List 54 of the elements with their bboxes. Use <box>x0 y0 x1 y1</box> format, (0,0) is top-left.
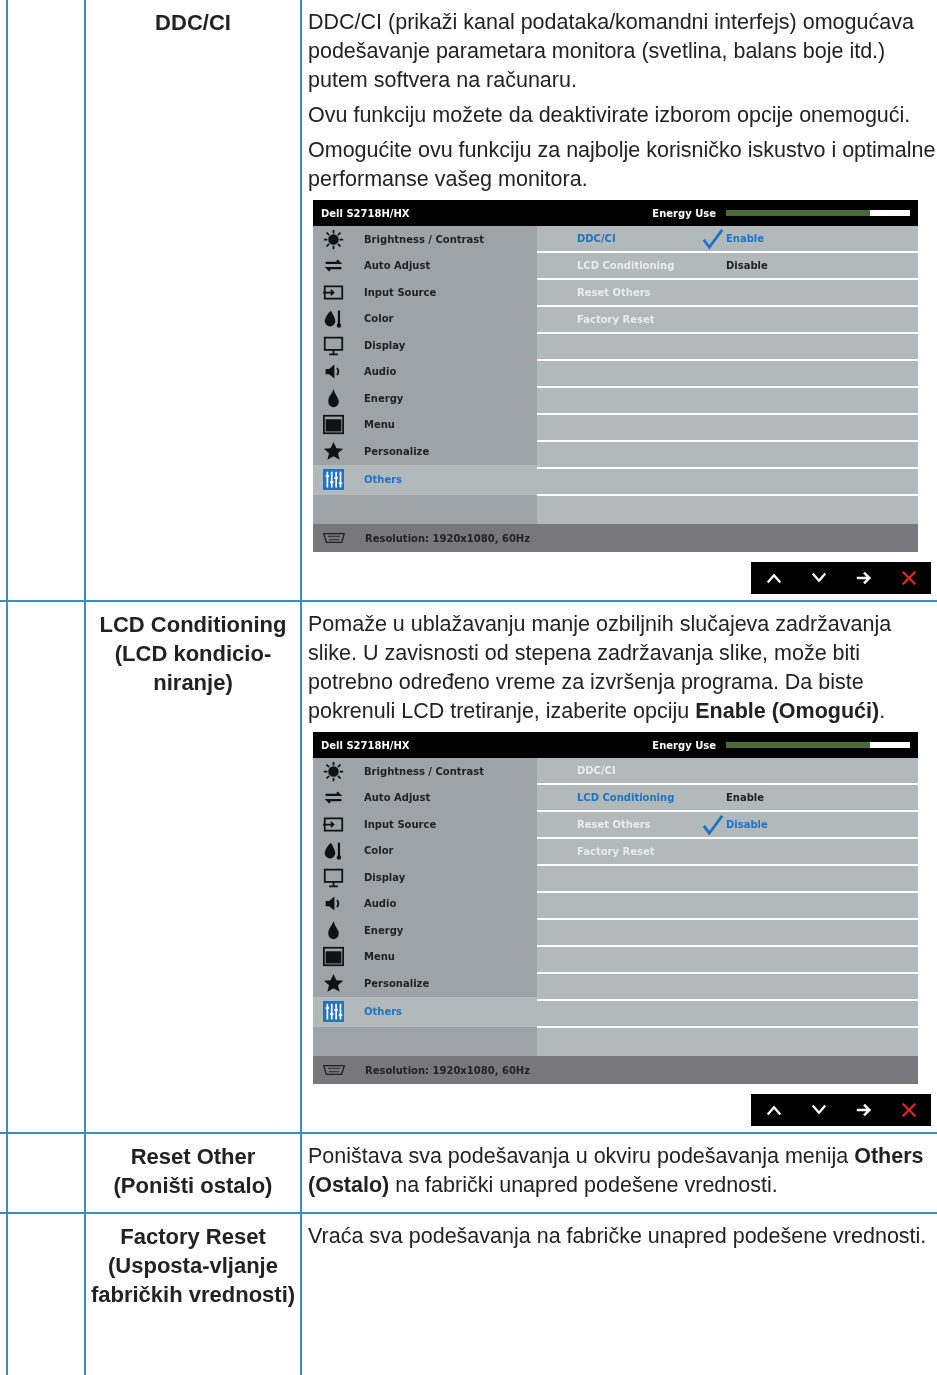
energy-use-label: Energy Use <box>652 207 716 219</box>
window-icon <box>323 946 344 968</box>
osd-menu-item[interactable]: Audio <box>313 358 537 385</box>
description-paragraph: Ovu funkciju možete da deaktivirate izborom opcije onemogući. <box>308 102 912 129</box>
osd-menu-item[interactable]: Color <box>313 837 537 864</box>
brightness-icon <box>323 760 344 782</box>
sliders-icon <box>323 469 344 490</box>
osd-menu-item[interactable]: Personalize <box>313 970 537 997</box>
resolution-text: Resolution: 1920x1080, 60Hz <box>365 532 531 544</box>
osd-menu-item[interactable]: Brightness / Contrast <box>313 758 537 785</box>
star-icon <box>323 440 344 462</box>
osd-menu-item[interactable]: Color <box>313 305 537 332</box>
row-heading: LCD Conditioning (LCD kondicio-niranje) <box>98 611 288 697</box>
energy-use-label: Energy Use <box>652 739 716 751</box>
close-icon[interactable] <box>899 1101 918 1119</box>
brightness-icon <box>323 228 344 250</box>
description-paragraph: Poništava sva podešavanja u okviru podešavanja menija Others (Ostalo) na fabrički unapred podešene vrednosti. <box>308 1143 925 1199</box>
osd-menu-item[interactable]: Input Source <box>313 811 537 838</box>
close-icon[interactable] <box>899 569 918 587</box>
connector-icon <box>321 532 347 544</box>
right-arrow-icon[interactable] <box>854 1101 873 1119</box>
monitor-model-label: Dell S2718H/HX <box>321 739 411 751</box>
monitor-icon <box>323 334 344 356</box>
osd-menu-item[interactable]: Menu <box>313 411 537 438</box>
monitor-icon <box>323 866 344 888</box>
osd-menu-item[interactable]: Brightness / Contrast <box>313 226 537 253</box>
osd-menu-item[interactable]: Energy <box>313 917 537 944</box>
color-icon <box>323 840 344 862</box>
osd-menu-item[interactable]: Input Source <box>313 279 537 306</box>
description-paragraph: Omogućite ovu funkciju za najbolje korisničko iskustvo i optimalne performanse vašeg monitora. <box>308 137 937 193</box>
window-icon <box>323 414 344 436</box>
description-paragraph: Vraća sva podešavanja na fabričke unapred podešene vrednosti. <box>308 1223 928 1250</box>
star-icon <box>323 972 344 994</box>
osd-menu-item[interactable]: Display <box>313 864 537 891</box>
description-paragraph: DDC/CI (prikaži kanal podataka/komandni interfejs) omogućava podešavanje parametara monitora (svetlina, balans boje itd.) putem softvera na računaru. <box>308 9 915 94</box>
sliders-icon <box>323 1001 344 1022</box>
osd-menu-item[interactable]: Menu <box>313 943 537 970</box>
option-label[interactable]: Enable <box>726 792 765 803</box>
right-arrow-icon[interactable] <box>854 569 873 587</box>
option-label[interactable]: Disable <box>726 260 768 271</box>
monitor-model-label: Dell S2718H/HX <box>321 207 411 219</box>
osd-menu-item[interactable]: Audio <box>313 890 537 917</box>
osd-menu-item[interactable]: Energy <box>313 385 537 412</box>
connector-icon <box>321 1064 347 1076</box>
osd-menu-item[interactable]: Personalize <box>313 438 537 465</box>
color-icon <box>323 308 344 330</box>
row-heading: Factory Reset (Usposta-vljanje fabričkih vrednosti) <box>90 1223 296 1309</box>
row-heading: Reset Other (Poništi ostalo) <box>112 1143 274 1200</box>
osd-menu-item[interactable]: Auto Adjust <box>313 252 537 279</box>
osd-menu-item[interactable]: Display <box>313 332 537 359</box>
resolution-text: Resolution: 1920x1080, 60Hz <box>365 1064 531 1076</box>
description-paragraph: Pomaže u ublažavanju manje ozbiljnih slučajeva zadržavanja slike. U zavisnosti od stepena zadržavanja slike, može biti potrebno određeno vreme za izvršenja programa. Da biste pokrenuli LCD tretiranje, izaberite opciju Enable (Omogući). <box>308 611 893 725</box>
osd-menu-item[interactable]: Auto Adjust <box>313 784 537 811</box>
row-heading: DDC/CI <box>154 9 232 37</box>
